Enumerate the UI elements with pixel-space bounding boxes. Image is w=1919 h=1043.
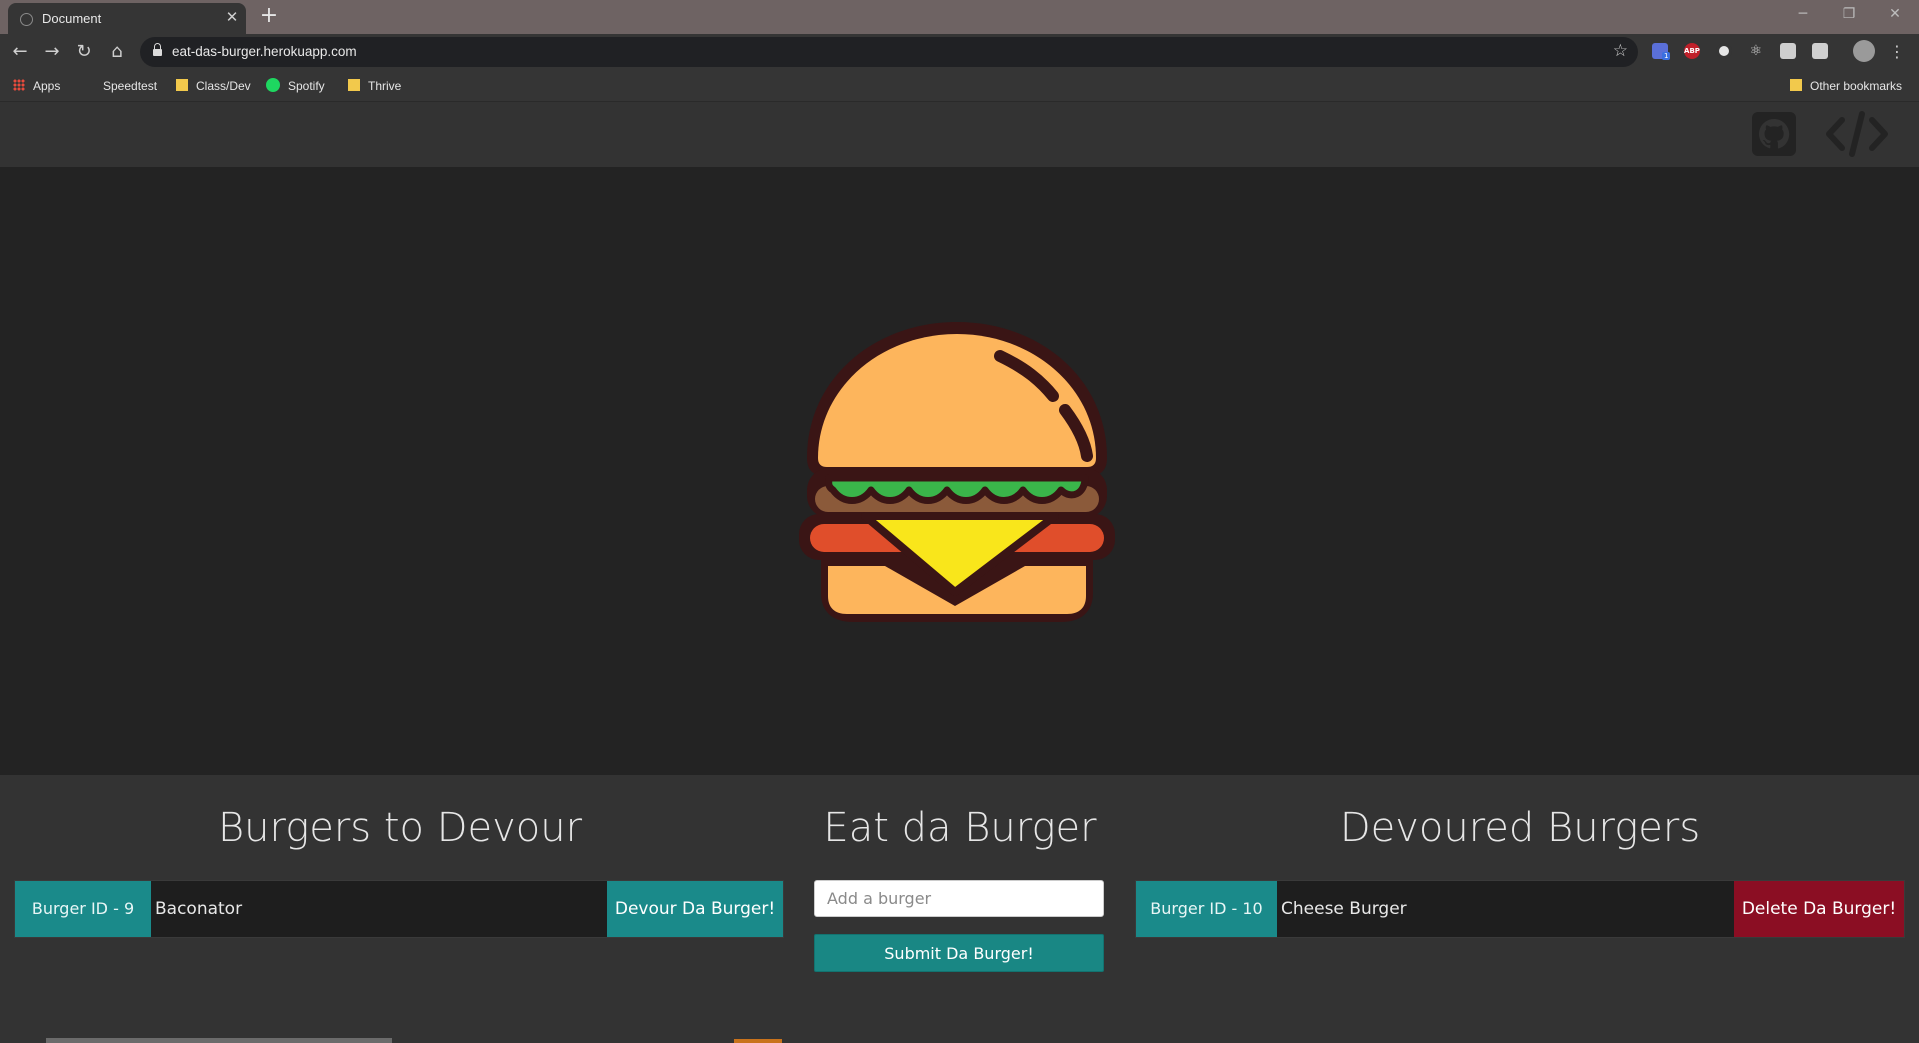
browser-toolbar: ← → ↻ ⌂ eat-das-burger.herokuapp.com ☆ 1… [0,34,1919,70]
bookmark-other[interactable]: Other bookmarks [1790,78,1902,94]
to-devour-title: Burgers to Devour [217,805,583,851]
delete-button[interactable]: Delete Da Burger! [1734,881,1904,937]
add-burger-input[interactable] [814,880,1104,917]
extension-icon[interactable] [1780,43,1796,59]
devoured-title: Devoured Burgers [1339,805,1701,851]
bookmark-spotify[interactable]: Spotify [266,78,325,94]
horizontal-scrollbar[interactable] [46,1038,392,1043]
bookmark-thrive[interactable]: Thrive [348,78,401,94]
folder-icon [1790,79,1802,91]
burger-name: Cheese Burger [1281,899,1407,919]
folder-icon [176,79,188,91]
page-edge-element [734,1039,782,1043]
github-icon[interactable] [1752,112,1796,156]
new-tab-button[interactable]: + [258,5,280,27]
spotify-icon [266,78,280,92]
burger-id-badge: Burger ID - 9 [15,881,151,937]
restore-icon[interactable]: ❐ [1834,4,1864,24]
close-window-icon[interactable]: ✕ [1880,4,1910,24]
code-icon[interactable] [1826,110,1888,158]
extension-icon[interactable] [1812,43,1828,59]
browser-tab[interactable]: Document ✕ [8,3,246,34]
list-item: Burger ID - 9 Baconator Devour Da Burger… [14,880,784,938]
lock-icon [153,43,162,57]
url-text[interactable]: eat-das-burger.herokuapp.com [172,44,357,59]
circle-extension-icon[interactable] [1716,43,1732,59]
close-tab-icon[interactable]: ✕ [223,8,241,26]
globe-icon [20,13,33,26]
burger-id-badge: Burger ID - 10 [1136,881,1277,937]
home-icon[interactable]: ⌂ [105,40,129,64]
profile-avatar[interactable] [1853,40,1875,62]
bookmark-apps[interactable]: Apps [13,78,60,94]
bookmark-speedtest[interactable]: Speedtest [103,78,157,94]
reload-icon[interactable]: ↻ [72,40,96,64]
devour-button[interactable]: Devour Da Burger! [607,881,783,937]
apps-grid-icon [13,79,25,91]
submit-burger-button[interactable]: Submit Da Burger! [814,934,1104,972]
tab-title: Document [42,11,102,26]
folder-icon [348,79,360,91]
site-header [0,102,1919,167]
bookmarks-bar: Apps Speedtest Class/Dev Spotify Thrive … [0,70,1919,102]
back-icon[interactable]: ← [8,40,32,64]
bookmark-class-dev[interactable]: Class/Dev [176,78,251,94]
adblock-plus-icon[interactable]: ABP [1684,43,1700,59]
burger-illustration [799,322,1115,622]
form-title: Eat da Burger [823,805,1097,851]
list-item: Burger ID - 10 Cheese Burger Delete Da B… [1135,880,1905,938]
bookmark-star-icon[interactable]: ☆ [1613,41,1628,61]
minimize-icon[interactable]: ─ [1788,4,1818,24]
burger-name: Baconator [155,899,243,919]
address-bar[interactable]: eat-das-burger.herokuapp.com ☆ [140,37,1638,67]
browser-tab-strip: Document ✕ + ─ ❐ ✕ [0,0,1919,34]
menu-kebab-icon[interactable]: ⋮ [1885,40,1909,64]
forward-icon[interactable]: → [40,40,64,64]
extension-badge-count: 1 [1662,52,1671,60]
react-devtools-icon[interactable]: ⚛ [1748,43,1764,59]
